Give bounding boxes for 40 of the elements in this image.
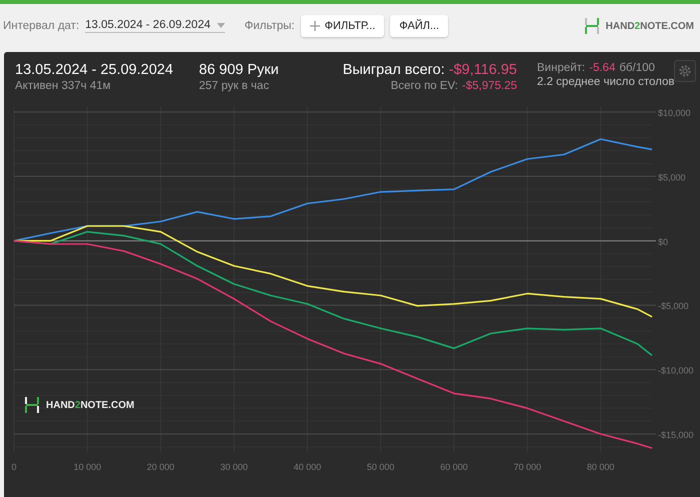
x-axis-label: 60 000 (440, 462, 468, 472)
settings-icon (678, 64, 692, 78)
x-axis-label: 0 (12, 462, 16, 472)
tables-text: 2.2 среднее число столов (537, 76, 674, 88)
logo-icon (24, 396, 40, 414)
ev-label: Всего по EV: (390, 80, 458, 92)
x-axis-label: 30 000 (220, 462, 248, 472)
x-axis-label: 40 000 (294, 462, 322, 472)
x-axis-label: 20 000 (146, 462, 174, 472)
y-axis-label: $10,000 (658, 108, 691, 118)
hands-rate-text: 257 рук в час (199, 80, 270, 92)
y-axis-label: -$5,000 (658, 301, 689, 312)
filters-label: Фильтры: (244, 20, 295, 32)
x-axis-label: 50 000 (366, 462, 394, 472)
won-label: Выиграл всего: (342, 62, 445, 78)
y-axis-label: -$15,000 (658, 430, 694, 440)
y-axis-label: $5,000 (658, 172, 686, 182)
logo-icon (584, 17, 600, 35)
x-axis-label: 80 000 (586, 462, 614, 472)
ev-value: -$5,975.25 (462, 80, 517, 92)
date-range-dropdown[interactable]: 13.05.2024 - 26.09.2024 (85, 19, 224, 33)
logo-text: HAND2NOTE.COM (606, 20, 694, 32)
filter-button[interactable]: ФАЙЛ... (390, 15, 448, 37)
logo-text: HAND2NOTE.COM (46, 400, 134, 410)
date-label: Интервал дат: (3, 20, 80, 32)
won-value: -$9,116.95 (448, 62, 517, 78)
y-axis-label: $0 (658, 236, 668, 247)
x-axis-label: 70 000 (514, 462, 542, 472)
winrate-unit: бб/100 (619, 62, 655, 74)
y-axis-label: -$10,000 (658, 366, 694, 376)
caret-icon (216, 22, 224, 28)
winrate-label: Винрейт: (537, 62, 586, 74)
period-text: 13.05.2024 - 25.09.2024 (15, 62, 174, 78)
x-axis-label: 10 000 (74, 462, 102, 472)
filter-button[interactable]: ФИЛЬТР... (300, 15, 384, 37)
settings-button[interactable] (674, 60, 696, 82)
plus-icon (310, 21, 320, 31)
hands-count: 86 909 Руки (199, 62, 280, 78)
winrate-value: -5.64 (589, 62, 616, 74)
active-time-text: Активен 337ч 41м (15, 80, 112, 92)
